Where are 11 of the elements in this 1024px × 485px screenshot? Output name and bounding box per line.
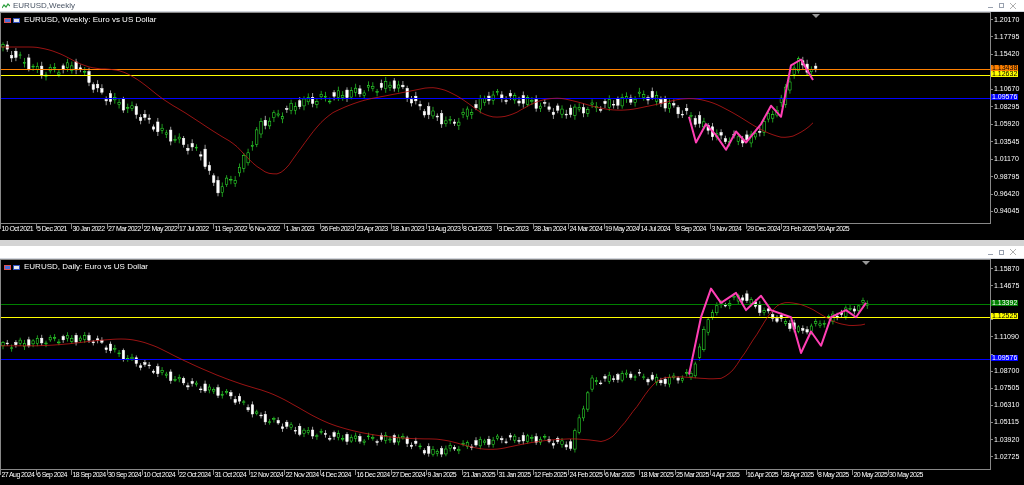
chart-subtitle: EURUSD, Weekly: Euro vs US Dollar (24, 16, 157, 24)
window-title: EURUSD,Weekly (13, 1, 76, 10)
chart-shift-icon[interactable] (812, 14, 820, 18)
chart-app-icon (2, 2, 10, 9)
close-icon[interactable] (1010, 249, 1016, 255)
chart-shift-icon[interactable] (862, 261, 870, 265)
chart-subtitle: EURUSD, Daily: Euro vs US Dollar (24, 263, 149, 271)
maximize-icon[interactable] (999, 249, 1004, 255)
minimize-icon[interactable] (988, 253, 993, 255)
close-icon[interactable] (1010, 2, 1016, 9)
maximize-icon[interactable] (999, 3, 1004, 8)
